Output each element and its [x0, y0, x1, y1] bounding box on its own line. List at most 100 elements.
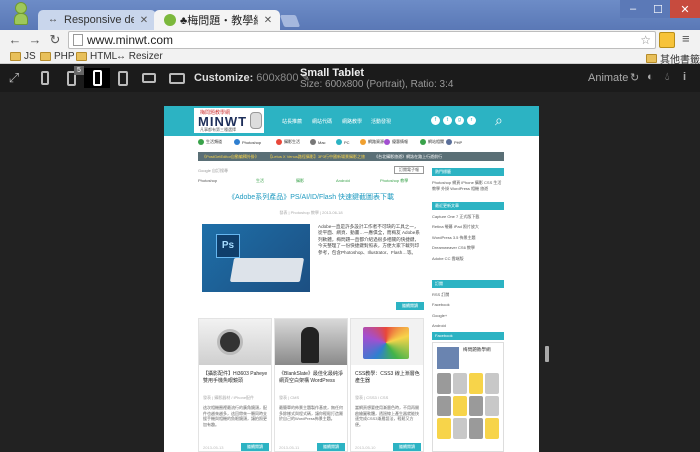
small-tablet-preset[interactable] [84, 68, 110, 88]
list-item[interactable]: Android [432, 321, 504, 331]
avatar[interactable] [453, 418, 467, 439]
site-nav-item[interactable]: 活動發現 [371, 118, 391, 125]
avatar[interactable] [469, 395, 483, 417]
list-item[interactable]: WordPress 3.5 佈景主題 [432, 233, 504, 243]
category-item[interactable]: Photoshop [234, 139, 261, 145]
ticker-item[interactable]: 《PostGetEditor自動編輯外掛》 [202, 154, 259, 159]
extension-pencil-icon[interactable] [659, 32, 675, 48]
avatar[interactable] [453, 395, 467, 417]
category-item[interactable]: PC [336, 139, 350, 145]
category-item[interactable]: PHP [446, 139, 462, 145]
subscribe-button[interactable]: 訂閱電子報 [394, 166, 424, 174]
site-logo[interactable]: 梅問題教學網 MINWT 凡事都有第三種選擇 [194, 108, 264, 133]
avatar[interactable] [485, 418, 499, 439]
chrome-menu-icon[interactable]: ≡ [682, 31, 690, 46]
forward-button[interactable]: → [26, 31, 44, 49]
content-tab[interactable]: Android [336, 178, 350, 183]
avatar[interactable] [437, 347, 459, 369]
card-title[interactable]: CSS教學：CSS3 線上漸層色產生器 [355, 371, 421, 385]
tab-responsive-design[interactable]: ↔ Responsive design testi ✕ [38, 10, 156, 30]
back-button[interactable]: ← [6, 31, 24, 49]
bookmark-star-icon[interactable]: ☆ [640, 32, 651, 48]
avatar[interactable] [437, 395, 451, 417]
minimize-button[interactable]: – [620, 0, 646, 18]
fb-page-name[interactable]: 梅問題教學網 [463, 347, 491, 353]
list-item[interactable]: Retina 螢幕 iPad 照片放大 [432, 222, 504, 232]
read-more-button[interactable]: 繼續閱讀 [396, 302, 424, 310]
twitter-icon[interactable]: t [443, 116, 452, 125]
read-more-button[interactable]: 繼續閱讀 [393, 443, 421, 451]
list-item[interactable]: Dreamweaver CS6 教學 [432, 243, 504, 253]
tab-minwt[interactable]: ♣梅問題‧教學網【Minw ✕ [154, 10, 280, 30]
rss-icon[interactable]: r [467, 116, 476, 125]
avatar[interactable] [437, 373, 451, 394]
post-image[interactable]: Ps [202, 224, 310, 292]
list-item[interactable]: RSS 訂閱 [432, 290, 504, 300]
list-item[interactable]: Google+ [432, 311, 504, 321]
card-title[interactable]: 《BlankSlate》最佳化最純淨網頁空白架構 WordPress [279, 371, 345, 385]
address-bar[interactable]: www.minwt.com ☆ [68, 31, 656, 49]
tag-cloud[interactable]: Photoshop 網頁 iPhone 攝影 CSS 生活 教學 外掛 Word… [432, 180, 504, 192]
list-item[interactable]: Capture One 7 正式版下載 [432, 212, 504, 222]
phone-preset[interactable]: 5 [58, 66, 84, 88]
drop-icon[interactable]: 💧︎ [665, 71, 669, 84]
read-more-button[interactable]: 繼續閱讀 [241, 443, 269, 451]
post-card: 【攝影配件】Hi3603 Paheye 雙用手機魚眼鏡頭 發表 | 攝影器材 /… [198, 318, 272, 452]
google-plus-icon[interactable]: g [455, 116, 464, 125]
read-more-button[interactable]: 繼續閱讀 [317, 443, 345, 451]
card-image[interactable] [199, 319, 271, 365]
list-item[interactable]: Facebook [432, 300, 504, 310]
site-nav-item[interactable]: 網路教學 [342, 118, 362, 125]
card-title[interactable]: 【攝影配件】Hi3603 Paheye 雙用手機魚眼鏡頭 [203, 371, 269, 385]
close-icon[interactable]: ✕ [138, 15, 150, 26]
reload-button[interactable]: ↻ [46, 31, 64, 49]
bookmark-folder-php[interactable]: PHP [40, 51, 75, 62]
search-icon[interactable]: ⌕ [495, 112, 503, 129]
content-tab[interactable]: 生活 [256, 178, 264, 184]
content-tab[interactable]: 攝影 [296, 178, 304, 184]
post-title[interactable]: 《Adobe系列產品》PS/AI/ID/Flash 快速鍵截圖表下載 [198, 192, 424, 202]
bookmark-resizer[interactable]: ↔ Resizer [116, 51, 163, 62]
dark-mode-icon[interactable]: ◐ [647, 71, 654, 83]
bookmark-folder-js[interactable]: JS [10, 51, 36, 62]
avatar[interactable] [453, 373, 467, 394]
facebook-icon[interactable]: f [431, 116, 440, 125]
maximize-button[interactable]: ☐ [646, 0, 670, 18]
card-image[interactable] [275, 319, 347, 365]
google-search-label[interactable]: Google 自訂搜尋 [198, 168, 228, 174]
resize-handle[interactable] [545, 346, 549, 362]
close-icon[interactable]: ✕ [262, 15, 274, 26]
user-profile-icon[interactable] [14, 2, 28, 26]
category-item[interactable]: 網路資源 [360, 139, 384, 145]
animate-toggle[interactable]: Animate [588, 72, 628, 84]
list-item[interactable]: Adobe CC 雲端版 [432, 254, 504, 264]
avatar[interactable] [469, 373, 483, 394]
site-nav-item[interactable]: 站長推薦 [282, 118, 302, 125]
fullscreen-icon[interactable]: ⤢ [4, 68, 24, 88]
close-window-button[interactable]: ✕ [670, 0, 700, 18]
customize-size[interactable]: Customize: 600x800 ✎ [194, 68, 310, 88]
category-item[interactable]: Mac [310, 139, 326, 145]
ticker-item[interactable]: 【Letus X Venus路徑攝影】3P3行中國新場景攝影之旅 [268, 154, 365, 159]
category-item[interactable]: 網站相關 [420, 139, 444, 145]
laptop-preset[interactable] [136, 68, 162, 88]
category-item[interactable]: 攝影生活 [276, 139, 300, 145]
avatar[interactable] [469, 418, 483, 439]
tablet-preset[interactable] [110, 68, 136, 88]
rotate-icon[interactable]: ↻ [630, 71, 639, 84]
avatar[interactable] [437, 418, 451, 439]
bookmark-folder-html[interactable]: HTML [76, 51, 117, 62]
new-tab-button[interactable] [279, 15, 301, 27]
avatar[interactable] [485, 395, 499, 417]
site-nav-item[interactable]: 網站代碼 [312, 118, 332, 125]
phone-portrait-preset[interactable] [32, 68, 58, 88]
info-icon[interactable]: i [683, 71, 686, 83]
card-image[interactable] [351, 319, 423, 365]
content-tab[interactable]: Photoshop [198, 178, 217, 183]
category-item[interactable]: 生活頻道 [198, 139, 222, 145]
desktop-preset[interactable] [164, 68, 190, 88]
avatar[interactable] [485, 373, 499, 394]
category-item[interactable]: 優惠情報 [384, 139, 408, 145]
content-tab[interactable]: Photoshop 教學 [380, 178, 408, 184]
ticker-item[interactable]: 《台北攝影旅遊》網誌在路上行遊前行 [374, 154, 442, 159]
